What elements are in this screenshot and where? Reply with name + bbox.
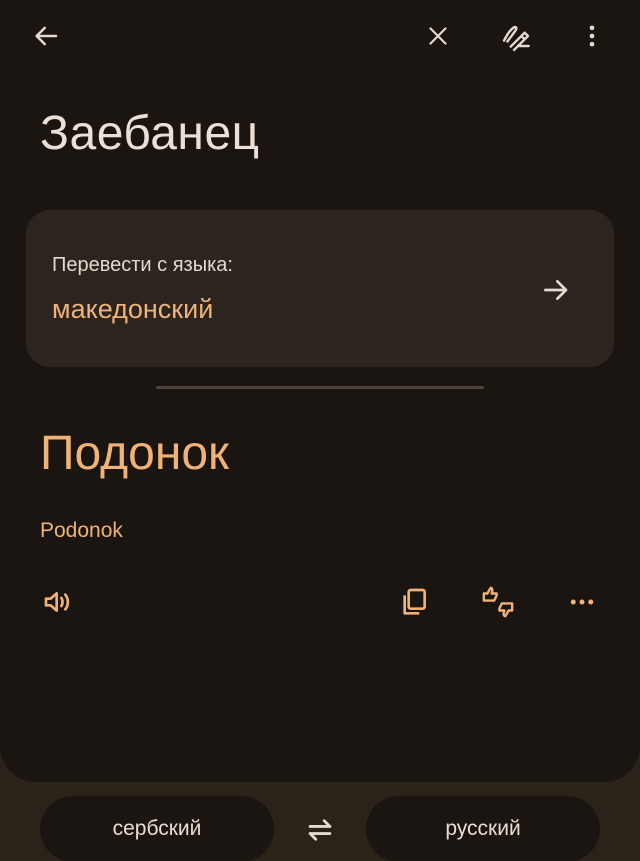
transliteration-text: Podonok — [40, 519, 123, 542]
volume-icon — [44, 592, 70, 612]
detected-language-label: Перевести с языка: — [52, 254, 233, 276]
more-actions-button[interactable] — [558, 578, 606, 626]
more-horiz-icon — [570, 599, 594, 605]
top-app-bar — [0, 0, 640, 72]
more-options-button[interactable] — [568, 12, 616, 60]
listen-button[interactable] — [34, 578, 82, 626]
translation-actions — [0, 576, 640, 628]
source-language-button[interactable]: сербский — [40, 796, 274, 861]
rate-translation-button[interactable] — [474, 578, 522, 626]
more-vert-icon — [589, 25, 595, 47]
back-button[interactable] — [22, 12, 70, 60]
swap-arrows-icon — [308, 819, 332, 841]
copy-button[interactable] — [390, 578, 438, 626]
translation-panel: Заебанец Перевести с языка: македонский … — [0, 0, 640, 782]
source-text[interactable]: Заебанец — [40, 106, 260, 161]
detected-language-value: македонский — [52, 294, 214, 324]
close-icon — [429, 27, 447, 45]
clear-text-button[interactable] — [414, 12, 462, 60]
arrow-left-icon — [35, 26, 58, 46]
handwriting-button[interactable] — [492, 12, 540, 60]
translate-screen: Заебанец Перевести с языка: македонский … — [0, 0, 640, 861]
divider — [156, 386, 484, 389]
target-language-button[interactable]: русский — [366, 796, 600, 861]
copy-icon — [403, 588, 426, 615]
language-selector-bar: сербский русский — [0, 782, 640, 861]
translation-text: Подонок — [40, 427, 230, 480]
handwriting-icon — [502, 25, 530, 52]
detected-language-card[interactable]: Перевести с языка: македонский — [26, 210, 614, 367]
thumbs-up-down-icon — [482, 586, 514, 618]
arrow-right-icon — [544, 280, 568, 300]
swap-languages-button[interactable] — [296, 806, 344, 854]
